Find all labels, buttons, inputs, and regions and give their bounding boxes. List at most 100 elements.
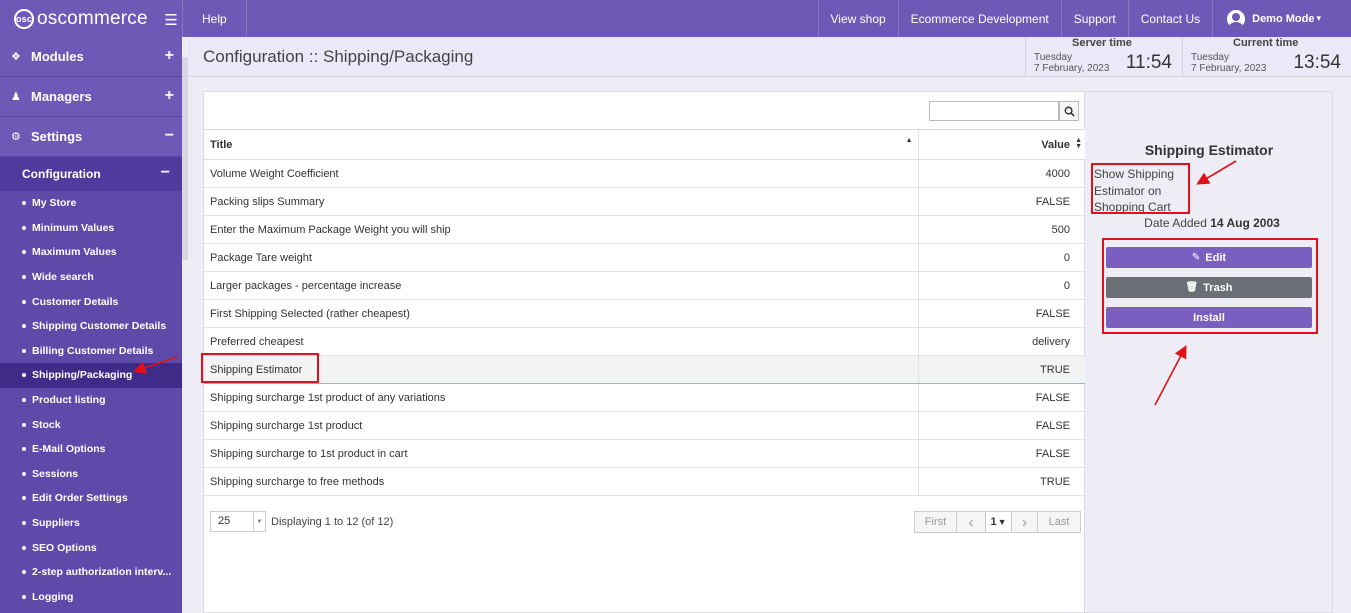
oscommerce-logo-icon: osc <box>14 8 34 29</box>
sidebar: ❖ Modules + ♟ Managers + ⚙ Settings − Co… <box>0 37 182 613</box>
sidebar-item[interactable]: Maximum Values <box>0 240 182 265</box>
bullet-icon <box>22 496 26 501</box>
prev-page-button[interactable]: ‹ <box>957 512 986 532</box>
cell-value: 0 <box>917 271 1085 300</box>
hamburger-icon[interactable]: ☰ <box>164 11 178 29</box>
sidebar-item[interactable]: My Store <box>0 191 182 216</box>
cell-value: FALSE <box>917 187 1085 216</box>
bullet-icon <box>22 373 26 378</box>
sidebar-item-label: Wide search <box>32 271 94 284</box>
sidebar-item-label: My Store <box>32 197 77 210</box>
sidebar-item[interactable]: Shipping/Packaging <box>0 363 182 388</box>
help-link[interactable]: Help <box>182 0 246 37</box>
bullet-icon <box>22 521 26 526</box>
sidebar-group-managers[interactable]: ♟ Managers + <box>0 77 182 117</box>
sidebar-item[interactable]: Minimum Values <box>0 216 182 241</box>
sidebar-item-label: Logging <box>32 590 74 603</box>
current-day: Tuesday <box>1191 52 1229 63</box>
cell-title: Preferred cheapest <box>204 327 918 356</box>
contact-us-link[interactable]: Contact Us <box>1127 0 1212 37</box>
sidebar-scrollbar[interactable] <box>182 57 188 260</box>
configuration-table: Title ▲ Value ▲ ▼ Volume Weight Coefficie… <box>204 129 1085 496</box>
cell-value: 500 <box>917 215 1085 244</box>
table-row[interactable]: Shipping surcharge 1st product of any va… <box>204 383 1085 412</box>
next-page-button[interactable]: › <box>1012 512 1038 532</box>
sidebar-item-label: Maximum Values <box>32 246 117 259</box>
sidebar-item[interactable]: Edit Order Settings <box>0 486 182 511</box>
brand-logo[interactable]: osc oscommerce ☰ <box>0 0 182 37</box>
sidebar-item[interactable]: E-Mail Options <box>0 437 182 462</box>
cell-title: Shipping Estimator <box>204 355 918 384</box>
table-row[interactable]: Package Tare weight 0 <box>204 243 1085 272</box>
sidebar-item[interactable]: Shipping Customer Details <box>0 314 182 339</box>
sidebar-item[interactable]: SEO Options <box>0 535 182 560</box>
user-icon: ♟ <box>11 91 21 103</box>
table-row[interactable]: Shipping surcharge 1st product FALSE <box>204 411 1085 440</box>
per-page-select[interactable]: 25 ▼ <box>210 511 266 532</box>
table-row[interactable]: First Shipping Selected (rather cheapest… <box>204 299 1085 328</box>
table-row[interactable]: Larger packages - percentage increase 0 <box>204 271 1085 300</box>
edit-button[interactable]: ✎ Edit <box>1106 247 1312 268</box>
last-page-button[interactable]: Last <box>1038 512 1080 532</box>
install-button[interactable]: Install <box>1106 307 1312 328</box>
ecommerce-development-link[interactable]: Ecommerce Development <box>897 0 1061 37</box>
sidebar-item[interactable]: Stock <box>0 412 182 437</box>
search-input[interactable] <box>929 101 1059 121</box>
first-page-button[interactable]: First <box>915 512 957 532</box>
top-bar-spacer <box>245 0 818 37</box>
table-row[interactable]: Shipping Estimator TRUE <box>204 355 1085 384</box>
sidebar-group-settings[interactable]: ⚙ Settings − <box>0 117 182 157</box>
per-page-value: 25 <box>218 515 231 527</box>
sidebar-submenu-configuration[interactable]: Configuration − <box>0 157 182 191</box>
sidebar-item-label: Suppliers <box>32 517 80 530</box>
support-link[interactable]: Support <box>1060 0 1128 37</box>
page-header: Configuration :: Shipping/Packaging Serv… <box>188 37 1351 77</box>
chevron-down-icon: ▼ <box>997 517 1007 527</box>
bullet-icon <box>22 299 26 304</box>
sidebar-item[interactable]: Billing Customer Details <box>0 339 182 364</box>
table-row[interactable]: Packing slips Summary FALSE <box>204 187 1085 216</box>
bullet-icon <box>22 570 26 575</box>
sidebar-item[interactable]: Logging <box>0 585 182 610</box>
top-bar: osc oscommerce ☰ Help View shop Ecommerc… <box>0 0 1351 37</box>
sidebar-item[interactable]: 2-step authorization interv... <box>0 560 182 585</box>
table-row[interactable]: Shipping surcharge to free methods TRUE <box>204 467 1085 496</box>
sidebar-item[interactable]: Product listing <box>0 388 182 413</box>
column-header-label: Title <box>210 138 233 151</box>
sort-icon: ▲ ▼ <box>1075 137 1082 150</box>
info-description: Show Shipping Estimator on Shopping Cart <box>1094 167 1175 214</box>
sidebar-group-modules[interactable]: ❖ Modules + <box>0 37 182 77</box>
sidebar-item[interactable]: Customer Details <box>0 289 182 314</box>
view-shop-link[interactable]: View shop <box>817 0 898 37</box>
sidebar-item-label: 2-step authorization interv... <box>32 566 172 579</box>
sidebar-item[interactable]: Suppliers <box>0 511 182 536</box>
sidebar-group-label: Managers <box>31 89 92 104</box>
edit-button-label: Edit <box>1205 251 1227 264</box>
search-button[interactable] <box>1059 101 1079 121</box>
sidebar-item[interactable]: Wide search <box>0 265 182 290</box>
bullet-icon <box>22 250 26 255</box>
table-row[interactable]: Preferred cheapest delivery <box>204 327 1085 356</box>
minus-icon: − <box>164 127 174 144</box>
table-row[interactable]: Shipping surcharge to 1st product in car… <box>204 439 1085 468</box>
column-header-value[interactable]: Value ▲ ▼ <box>917 129 1085 160</box>
user-menu[interactable]: Demo Mode ▾ <box>1212 0 1351 37</box>
cell-title: Shipping surcharge to free methods <box>204 467 918 496</box>
sidebar-item-label: Shipping Customer Details <box>32 320 167 333</box>
bullet-icon <box>22 348 26 353</box>
cell-title: Shipping surcharge 1st product of any va… <box>204 383 918 412</box>
sidebar-item-label: SEO Options <box>32 541 97 554</box>
cell-value: 4000 <box>917 159 1085 188</box>
column-header-title[interactable]: Title ▲ <box>204 129 918 160</box>
info-date-added: Date Added 14 Aug 2003 <box>1085 216 1333 230</box>
table-row[interactable]: Enter the Maximum Package Weight you wil… <box>204 215 1085 244</box>
sidebar-item[interactable]: Sessions <box>0 462 182 487</box>
page-select[interactable]: 1 ▼ <box>986 512 1012 532</box>
sidebar-item-label: Shipping/Packaging <box>32 369 133 382</box>
bullet-icon <box>22 398 26 403</box>
cell-value: TRUE <box>917 355 1085 384</box>
trash-button[interactable]: 🗑 Trash <box>1106 277 1312 298</box>
puzzle-icon: ❖ <box>11 51 21 63</box>
table-row[interactable]: Volume Weight Coefficient 4000 <box>204 159 1085 188</box>
column-header-label: Value <box>1041 138 1070 151</box>
